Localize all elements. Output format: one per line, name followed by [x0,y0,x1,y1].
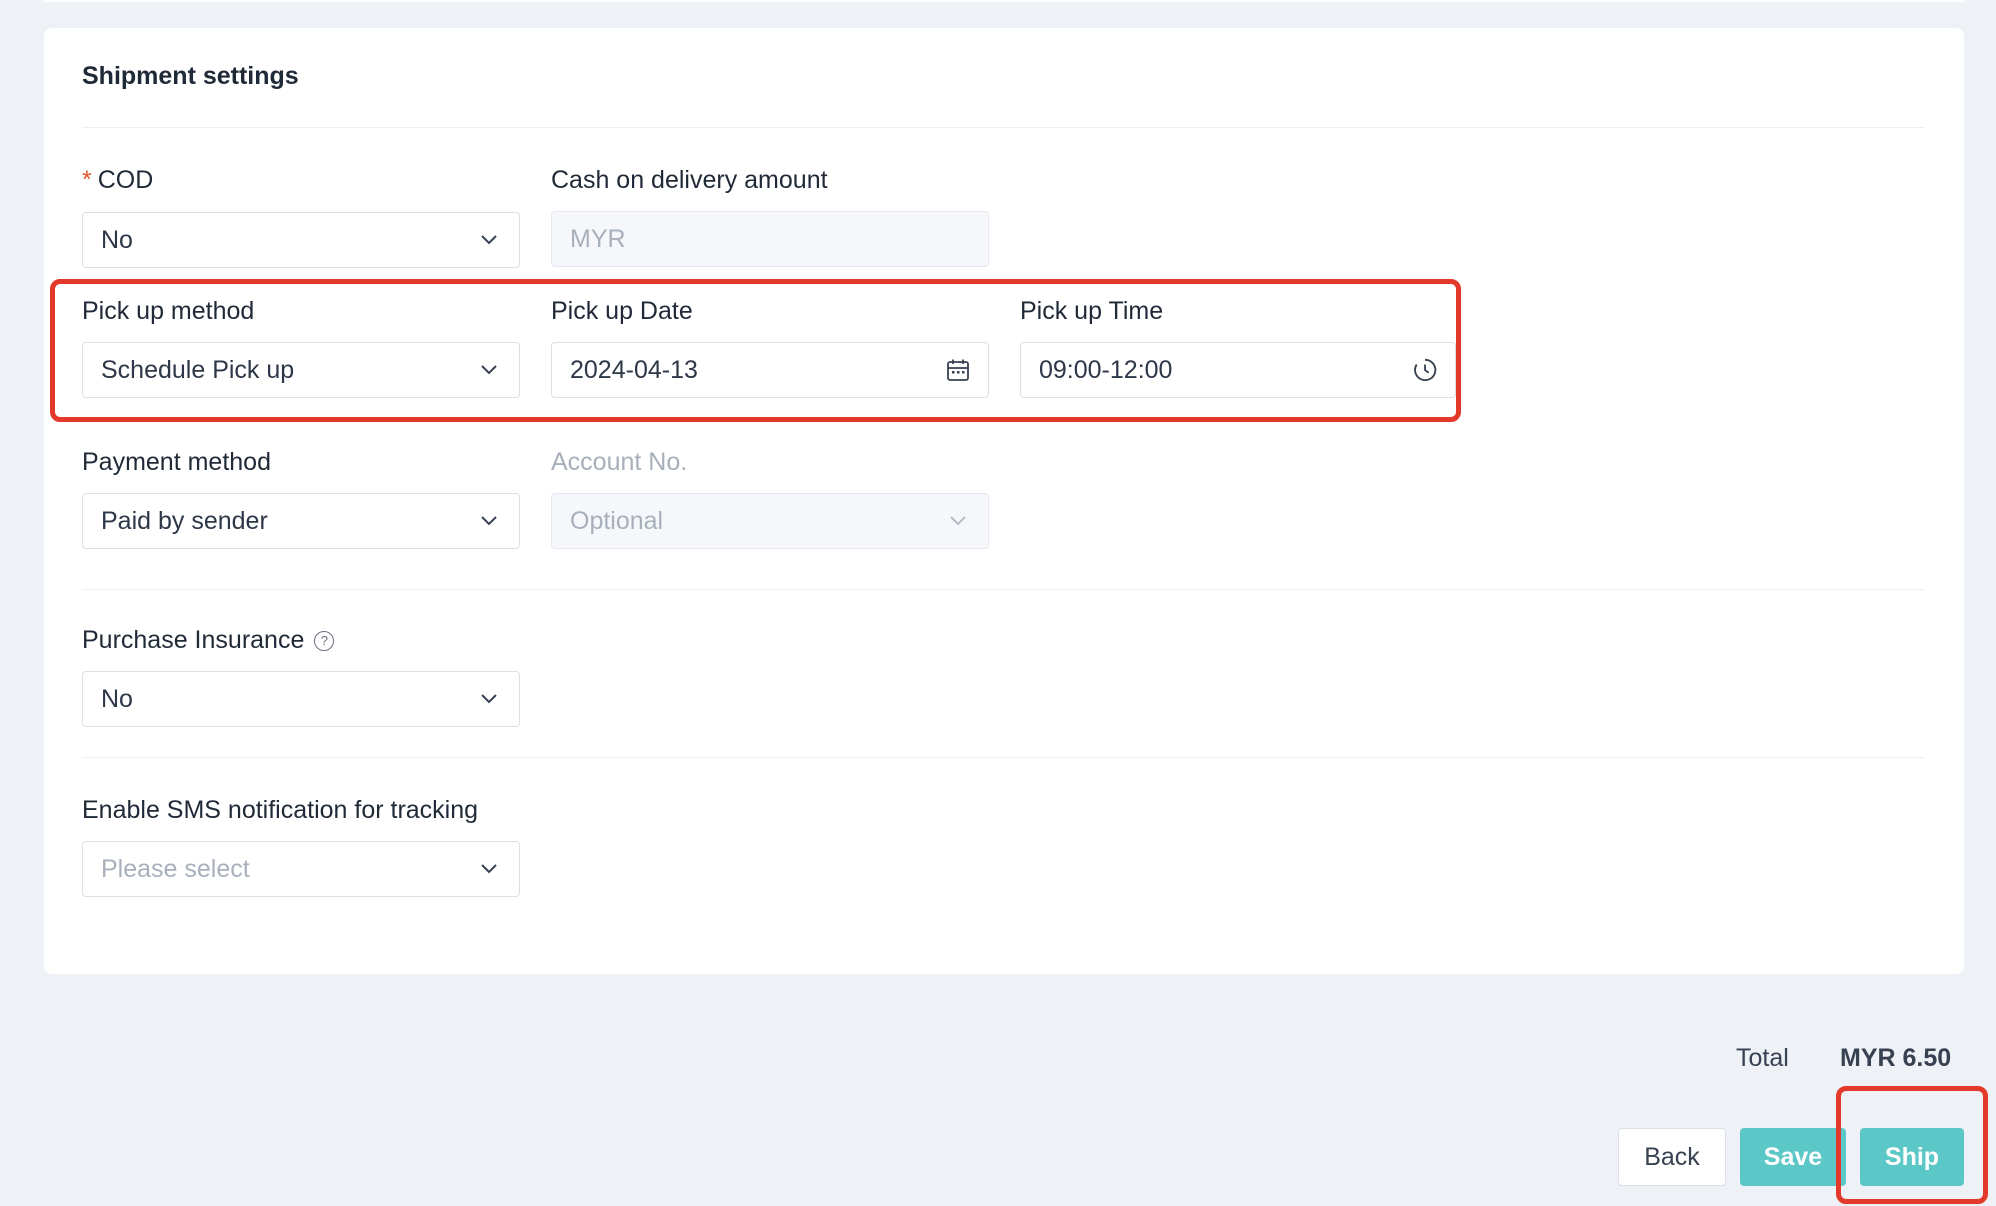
help-circle-icon[interactable]: ? [314,631,335,651]
cod-value: No [101,225,133,254]
insurance-label-text: Purchase Insurance [82,626,305,654]
required-mark: * [82,166,92,194]
chevron-down-icon [477,228,501,252]
total-label: Total [1736,1044,1789,1072]
cod-label: * COD [82,166,153,195]
chevron-down-icon [477,358,501,382]
chevron-down-icon [477,687,501,711]
save-button[interactable]: Save [1740,1128,1846,1186]
pickup-date-value: 2024-04-13 [570,355,698,384]
calendar-icon[interactable] [946,358,970,382]
payment-method-value: Paid by sender [101,506,268,535]
insurance-value: No [101,684,133,713]
section-title: Shipment settings [82,62,299,90]
account-no-select[interactable]: Optional [551,493,989,549]
ship-highlight-box [1836,1086,1988,1204]
sms-label: Enable SMS notification for tracking [82,796,479,824]
chevron-down-icon [946,509,970,533]
cod-label-text: COD [97,166,154,194]
pickup-date-label: Pick up Date [551,297,693,325]
pickup-time-picker[interactable]: 09:00-12:00 [1020,342,1456,398]
divider [82,127,1924,128]
pickup-time-label: Pick up Time [1020,297,1164,325]
sms-select[interactable]: Please select [82,841,520,897]
pickup-method-label: Pick up method [82,297,255,325]
pickup-method-value: Schedule Pick up [101,355,295,384]
cod-amount-placeholder: MYR [570,224,626,253]
cod-amount-input[interactable]: MYR [551,211,989,267]
payment-method-select[interactable]: Paid by sender [82,493,520,549]
chevron-down-icon [477,509,501,533]
account-no-placeholder: Optional [570,506,664,535]
pickup-date-picker[interactable]: 2024-04-13 [551,342,989,398]
pickup-time-value: 09:00-12:00 [1039,355,1173,384]
account-no-label: Account No. [551,448,688,476]
insurance-label: Purchase Insurance? [82,626,335,655]
pickup-method-select[interactable]: Schedule Pick up [82,342,520,398]
sms-placeholder: Please select [101,854,250,883]
back-button[interactable]: Back [1618,1128,1726,1186]
clock-icon[interactable] [1413,358,1437,382]
payment-method-label: Payment method [82,448,271,476]
total-value: MYR 6.50 [1840,1044,1952,1072]
divider [82,757,1924,758]
cod-select[interactable]: No [82,212,520,268]
insurance-select[interactable]: No [82,671,520,727]
chevron-down-icon [477,857,501,881]
divider [82,589,1924,590]
previous-card-edge [44,0,1964,2]
cod-amount-label: Cash on delivery amount [551,166,828,194]
